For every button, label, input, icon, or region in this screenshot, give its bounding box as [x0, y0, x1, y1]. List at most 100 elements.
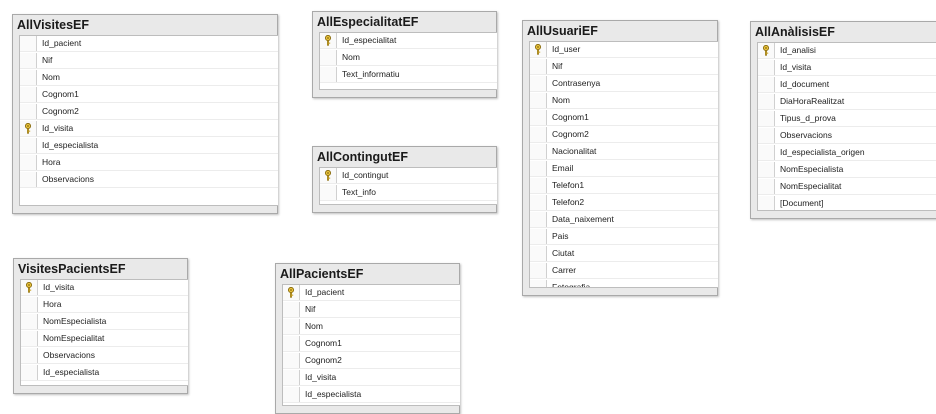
- field-row[interactable]: Observacions: [20, 172, 278, 188]
- field-row[interactable]: Id_especialista_origen: [758, 145, 936, 161]
- field-row[interactable]: Cognom2: [20, 104, 278, 120]
- row-selector[interactable]: [530, 127, 547, 142]
- field-row[interactable]: [Document]: [758, 196, 936, 210]
- field-row[interactable]: Nif: [530, 59, 718, 75]
- field-row[interactable]: Hora: [21, 297, 188, 313]
- field-row[interactable]: Nom: [283, 319, 460, 335]
- entity-allpacients[interactable]: AllPacientsEF Id_pacient Nif Nom Cognom1 Cog…: [275, 263, 460, 414]
- field-row[interactable]: Id_especialista: [20, 138, 278, 154]
- row-selector[interactable]: [20, 138, 37, 153]
- field-row[interactable]: Id_especialista: [21, 365, 188, 381]
- row-selector[interactable]: [320, 33, 337, 48]
- field-row[interactable]: NomEspecialista: [758, 162, 936, 178]
- field-row[interactable]: NomEspecialista: [21, 314, 188, 330]
- row-selector[interactable]: [283, 285, 300, 300]
- entity-allcontingut[interactable]: AllContingutEF Id_contingut Text_info: [312, 146, 497, 213]
- row-selector[interactable]: [21, 348, 38, 363]
- field-row[interactable]: Cognom1: [283, 336, 460, 352]
- row-selector[interactable]: [530, 263, 547, 278]
- row-selector[interactable]: [320, 185, 337, 200]
- row-selector[interactable]: [21, 280, 38, 295]
- field-row[interactable]: NomEspecialitat: [21, 331, 188, 347]
- row-selector[interactable]: [530, 280, 547, 287]
- field-row[interactable]: Hora: [20, 155, 278, 171]
- field-row[interactable]: Data_naixement: [530, 212, 718, 228]
- row-selector[interactable]: [530, 42, 547, 57]
- row-selector[interactable]: [20, 104, 37, 119]
- row-selector[interactable]: [758, 60, 775, 75]
- primary-key-field-row[interactable]: Id_contingut: [320, 168, 497, 184]
- field-row[interactable]: Nif: [20, 53, 278, 69]
- field-row[interactable]: NomEspecialitat: [758, 179, 936, 195]
- row-selector[interactable]: [283, 353, 300, 368]
- row-selector[interactable]: [21, 297, 38, 312]
- row-selector[interactable]: [20, 121, 37, 136]
- field-row[interactable]: Nom: [530, 93, 718, 109]
- field-row[interactable]: Nacionalitat: [530, 144, 718, 160]
- field-row[interactable]: Id_visita: [283, 370, 460, 386]
- primary-key-field-row[interactable]: Id_user: [530, 42, 718, 58]
- primary-key-field-row[interactable]: Id_visita: [21, 280, 188, 296]
- field-row[interactable]: Nom: [320, 50, 497, 66]
- row-selector[interactable]: [530, 246, 547, 261]
- row-selector[interactable]: [530, 93, 547, 108]
- row-selector[interactable]: [758, 179, 775, 194]
- field-row[interactable]: Nom: [20, 70, 278, 86]
- row-selector[interactable]: [530, 76, 547, 91]
- field-row[interactable]: Id_visita: [758, 60, 936, 76]
- field-row[interactable]: Observacions: [758, 128, 936, 144]
- row-selector[interactable]: [530, 195, 547, 210]
- row-selector[interactable]: [320, 50, 337, 65]
- field-row[interactable]: Text_informatiu: [320, 67, 497, 83]
- primary-key-field-row[interactable]: Id_especialitat: [320, 33, 497, 49]
- field-row[interactable]: Telefon2: [530, 195, 718, 211]
- field-row[interactable]: Nif: [283, 302, 460, 318]
- row-selector[interactable]: [758, 162, 775, 177]
- row-selector[interactable]: [283, 370, 300, 385]
- row-selector[interactable]: [530, 212, 547, 227]
- primary-key-field-row[interactable]: Id_pacient: [283, 285, 460, 301]
- field-row[interactable]: Cognom1: [530, 110, 718, 126]
- entity-allespecialitat[interactable]: AllEspecialitatEF Id_especialitat Nom Text…: [312, 11, 497, 98]
- row-selector[interactable]: [320, 168, 337, 183]
- field-row[interactable]: Fotografia: [530, 280, 718, 287]
- row-selector[interactable]: [530, 144, 547, 159]
- row-selector[interactable]: [283, 302, 300, 317]
- entity-visitespacients[interactable]: VisitesPacientsEF Id_visita Hora NomEspeci…: [13, 258, 188, 394]
- field-row[interactable]: Id_document: [758, 77, 936, 93]
- primary-key-field-row[interactable]: Id_visita: [20, 121, 278, 137]
- row-selector[interactable]: [758, 94, 775, 109]
- field-row[interactable]: Pais: [530, 229, 718, 245]
- row-selector[interactable]: [530, 229, 547, 244]
- row-selector[interactable]: [20, 70, 37, 85]
- row-selector[interactable]: [283, 387, 300, 402]
- field-row[interactable]: Cognom2: [530, 127, 718, 143]
- field-row[interactable]: Id_pacient: [20, 36, 278, 52]
- row-selector[interactable]: [20, 53, 37, 68]
- entity-allvisites[interactable]: AllVisitesEF Id_pacient Nif Nom Cognom1 Cogn…: [12, 14, 278, 214]
- row-selector[interactable]: [283, 319, 300, 334]
- row-selector[interactable]: [21, 314, 38, 329]
- field-row[interactable]: Ciutat: [530, 246, 718, 262]
- row-selector[interactable]: [758, 77, 775, 92]
- entity-allusuari[interactable]: AllUsuariEF Id_user Nif Contrasenya Nom Cogn…: [522, 20, 718, 296]
- field-row[interactable]: Observacions: [21, 348, 188, 364]
- row-selector[interactable]: [20, 155, 37, 170]
- entity-allanalisis[interactable]: AllAnàlisisEF Id_analisi Id_visita Id_docu…: [750, 21, 936, 219]
- field-row[interactable]: Cognom2: [283, 353, 460, 369]
- row-selector[interactable]: [20, 172, 37, 187]
- row-selector[interactable]: [758, 128, 775, 143]
- field-row[interactable]: Cognom1: [20, 87, 278, 103]
- row-selector[interactable]: [758, 111, 775, 126]
- row-selector[interactable]: [21, 331, 38, 346]
- row-selector[interactable]: [758, 43, 775, 58]
- field-row[interactable]: Text_info: [320, 185, 497, 201]
- row-selector[interactable]: [758, 145, 775, 160]
- row-selector[interactable]: [320, 67, 337, 82]
- field-row[interactable]: Telefon1: [530, 178, 718, 194]
- primary-key-field-row[interactable]: Id_analisi: [758, 43, 936, 59]
- field-row[interactable]: Contrasenya: [530, 76, 718, 92]
- row-selector[interactable]: [283, 336, 300, 351]
- field-row[interactable]: DiaHoraRealitzat: [758, 94, 936, 110]
- row-selector[interactable]: [530, 110, 547, 125]
